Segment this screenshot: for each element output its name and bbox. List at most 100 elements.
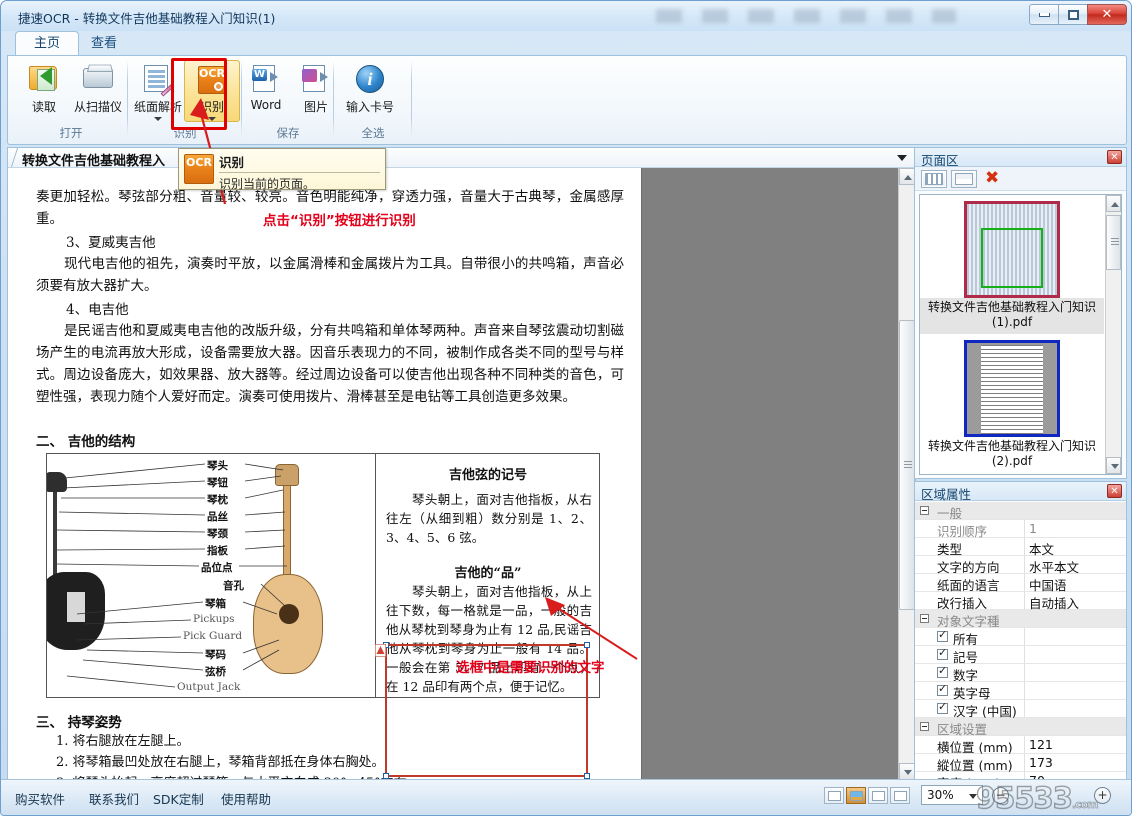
list-item[interactable]: 转换文件吉他基础教程入门知识(1).pdf [920, 195, 1104, 334]
document-canvas[interactable]: 奏更加轻松。琴弦部分粗、音量较、较亮。音色明能纯净，穿透力强，音量大于古典琴，金… [8, 168, 915, 780]
zoom-in-button[interactable]: + [1094, 787, 1111, 804]
charset-symbols[interactable]: 記号 [915, 646, 1126, 664]
tooltip-body: 识别当前的页面。 [219, 175, 380, 192]
thumbnail-grid-icon[interactable] [921, 170, 947, 188]
page-thumbnail-1[interactable] [964, 201, 1060, 298]
input-card-number-button-label: 输入卡号 [346, 98, 394, 115]
charset-latin[interactable]: 英字母 [915, 682, 1126, 700]
view-mode-3-button[interactable] [868, 787, 888, 804]
charset-chinese[interactable]: 汉字 (中国) [915, 700, 1126, 718]
from-scanner-button-label: 从扫描仪 [74, 98, 122, 115]
delete-x-icon[interactable]: ✖ [985, 169, 999, 188]
charset-all[interactable]: 所有 [915, 628, 1126, 646]
view-mode-4-button[interactable] [890, 787, 910, 804]
tab-home[interactable]: 主页 [15, 31, 79, 55]
props-panel-header: 区域属性 ✕ [915, 482, 1126, 501]
paragraph-2: 现代电吉他的祖先，演奏时平放，以金属滑棒和金属拨片为工具。自带很小的共鸣箱，声音… [36, 253, 624, 297]
prop-page-language[interactable]: 纸面的语言 中国语 [915, 574, 1126, 592]
chevron-down-icon[interactable] [208, 117, 216, 121]
tab-view[interactable]: 查看 [73, 32, 135, 56]
heading-playing-posture: 三、 持琴姿势 [36, 711, 122, 731]
recognize-button[interactable]: OCR 识别 [184, 60, 240, 122]
cell-title-frets: 吉他的“品” [376, 562, 600, 581]
prop-y-position[interactable]: 縱位置 (mm) 173 [915, 754, 1126, 772]
ribbon-group-recognize: 纸面解析 OCR 识别 识别 [128, 56, 242, 144]
zoom-out-button[interactable]: − [992, 787, 1009, 804]
close-button[interactable]: ✕ [1087, 4, 1127, 25]
chevron-down-icon[interactable] [969, 794, 977, 799]
recognize-button-label: 识别 [200, 98, 224, 115]
callout-leader-lines [47, 454, 374, 697]
page-analyze-button-label: 纸面解析 [134, 98, 182, 115]
image-export-icon [299, 63, 333, 95]
document-vertical-scrollbar[interactable] [898, 168, 915, 780]
selection-warning-icon [375, 644, 386, 657]
page-thumbnail-2[interactable] [964, 340, 1060, 437]
list-item[interactable]: 转换文件吉他基础教程入门知识(2).pdf [920, 334, 1104, 473]
heading-electric-guitar: 4、电吉他 [66, 298, 129, 318]
annotation-text-recognize: 点击“识别”按钮进行识别 [263, 209, 416, 229]
ribbon-group-save-label: 保存 [242, 125, 334, 141]
ribbon-group-open-label: 打开 [14, 125, 128, 141]
paragraph-3: 是民谣吉他和夏威夷电吉他的改版升级，分有共鸣箱和单体琴两种。声音来自琴弦震动切割… [36, 320, 624, 408]
chevron-down-icon[interactable] [897, 155, 907, 161]
thumb-scroll-up-button[interactable] [1106, 195, 1121, 212]
from-scanner-button[interactable]: 从扫描仪 [70, 60, 126, 122]
read-button[interactable]: 读取 [16, 60, 72, 122]
page-analyze-button[interactable]: 纸面解析 [130, 60, 186, 122]
props-group-general[interactable]: 一般 [915, 502, 1126, 520]
save-word-button[interactable]: W Word [238, 60, 294, 122]
document-pane: 转换文件吉他基础教程入 奏更加轻松。琴弦部分粗、音量较、较亮。音色明能纯净，穿透… [7, 147, 916, 780]
view-mode-2-button[interactable] [846, 787, 866, 804]
link-contact-us[interactable]: 联系我们 [89, 789, 139, 808]
pages-panel-toolbar: ✖ [915, 167, 1126, 191]
prop-text-direction[interactable]: 文字的方向 水平本文 [915, 556, 1126, 574]
zoom-level-select[interactable]: 30% [921, 785, 983, 805]
pages-panel: 页面区 ✕ ✖ 转换文件吉他基础教程入门知识(1).pdf [914, 147, 1127, 479]
guitar-diagram: 琴头 琴钮 琴枕 品丝 琴颈 指板 品位点 音孔 琴箱 Pickups Pick… [47, 454, 374, 697]
resize-handle-se[interactable] [584, 773, 590, 779]
ocr-icon: OCR [184, 154, 214, 184]
maximize-icon [1068, 10, 1079, 20]
scanner-icon [81, 63, 115, 95]
heading-guitar-structure: 二、 吉他的结构 [36, 430, 135, 450]
input-card-number-button[interactable]: i 输入卡号 [334, 60, 406, 122]
link-help[interactable]: 使用帮助 [221, 789, 271, 808]
prop-type[interactable]: 类型 本文 [915, 538, 1126, 556]
word-export-icon: W [249, 63, 283, 95]
title-bar-blurred-region [656, 9, 956, 23]
maximize-button[interactable] [1058, 4, 1088, 25]
document-page[interactable]: 奏更加轻松。琴弦部分粗、音量较、较亮。音色明能纯净，穿透力强，音量大于古典琴，金… [8, 168, 642, 780]
minimize-button[interactable] [1029, 4, 1059, 25]
scroll-thumb[interactable] [899, 320, 915, 610]
list-view-icon[interactable] [951, 170, 977, 188]
window-title: 捷速OCR - 转换文件吉他基础教程入门知识(1) [18, 8, 275, 27]
thumb-scroll-down-button[interactable] [1106, 457, 1121, 474]
props-group-region[interactable]: 区域设置 [915, 718, 1126, 736]
resize-handle-sw[interactable] [383, 773, 389, 779]
scroll-down-button[interactable] [899, 763, 915, 780]
pages-panel-close-button[interactable]: ✕ [1107, 150, 1122, 164]
save-image-button-label: 图片 [304, 98, 328, 115]
chevron-down-icon[interactable] [154, 117, 162, 121]
prop-recognition-order[interactable]: 识别顺序 1 [915, 520, 1126, 538]
page-thumbnail-list[interactable]: 转换文件吉他基础教程入门知识(1).pdf 转换文件吉他基础教程入门知识(2).… [919, 194, 1122, 475]
prop-line-break-insert[interactable]: 改行插入 自动插入 [915, 592, 1126, 610]
prop-x-position[interactable]: 横位置 (mm) 121 [915, 736, 1126, 754]
view-mode-1-button[interactable] [824, 787, 844, 804]
read-button-label: 读取 [32, 98, 56, 115]
document-tab-bar[interactable]: 转换文件吉他基础教程入 [8, 148, 915, 168]
page-thumbnail-2-caption: 转换文件吉他基础教程入门知识(2).pdf [920, 437, 1104, 473]
prop-width[interactable]: 宽度 (mm) 70 [915, 772, 1126, 779]
link-buy-software[interactable]: 购买软件 [15, 789, 65, 808]
title-bar: 捷速OCR - 转换文件吉他基础教程入门知识(1) ✕ [1, 1, 1132, 31]
page-thumbnail-1-caption: 转换文件吉他基础教程入门知识(1).pdf [920, 298, 1104, 334]
scroll-up-button[interactable] [899, 168, 915, 185]
thumbnail-scrollbar[interactable] [1105, 195, 1121, 474]
charset-digits[interactable]: 数字 [915, 664, 1126, 682]
resize-handle-ne[interactable] [584, 642, 590, 648]
link-sdk-custom[interactable]: SDK定制 [153, 789, 204, 808]
props-panel-close-button[interactable]: ✕ [1107, 484, 1122, 498]
thumb-scroll-thumb[interactable] [1106, 215, 1121, 270]
props-group-charset[interactable]: 对象文字種 [915, 610, 1126, 628]
